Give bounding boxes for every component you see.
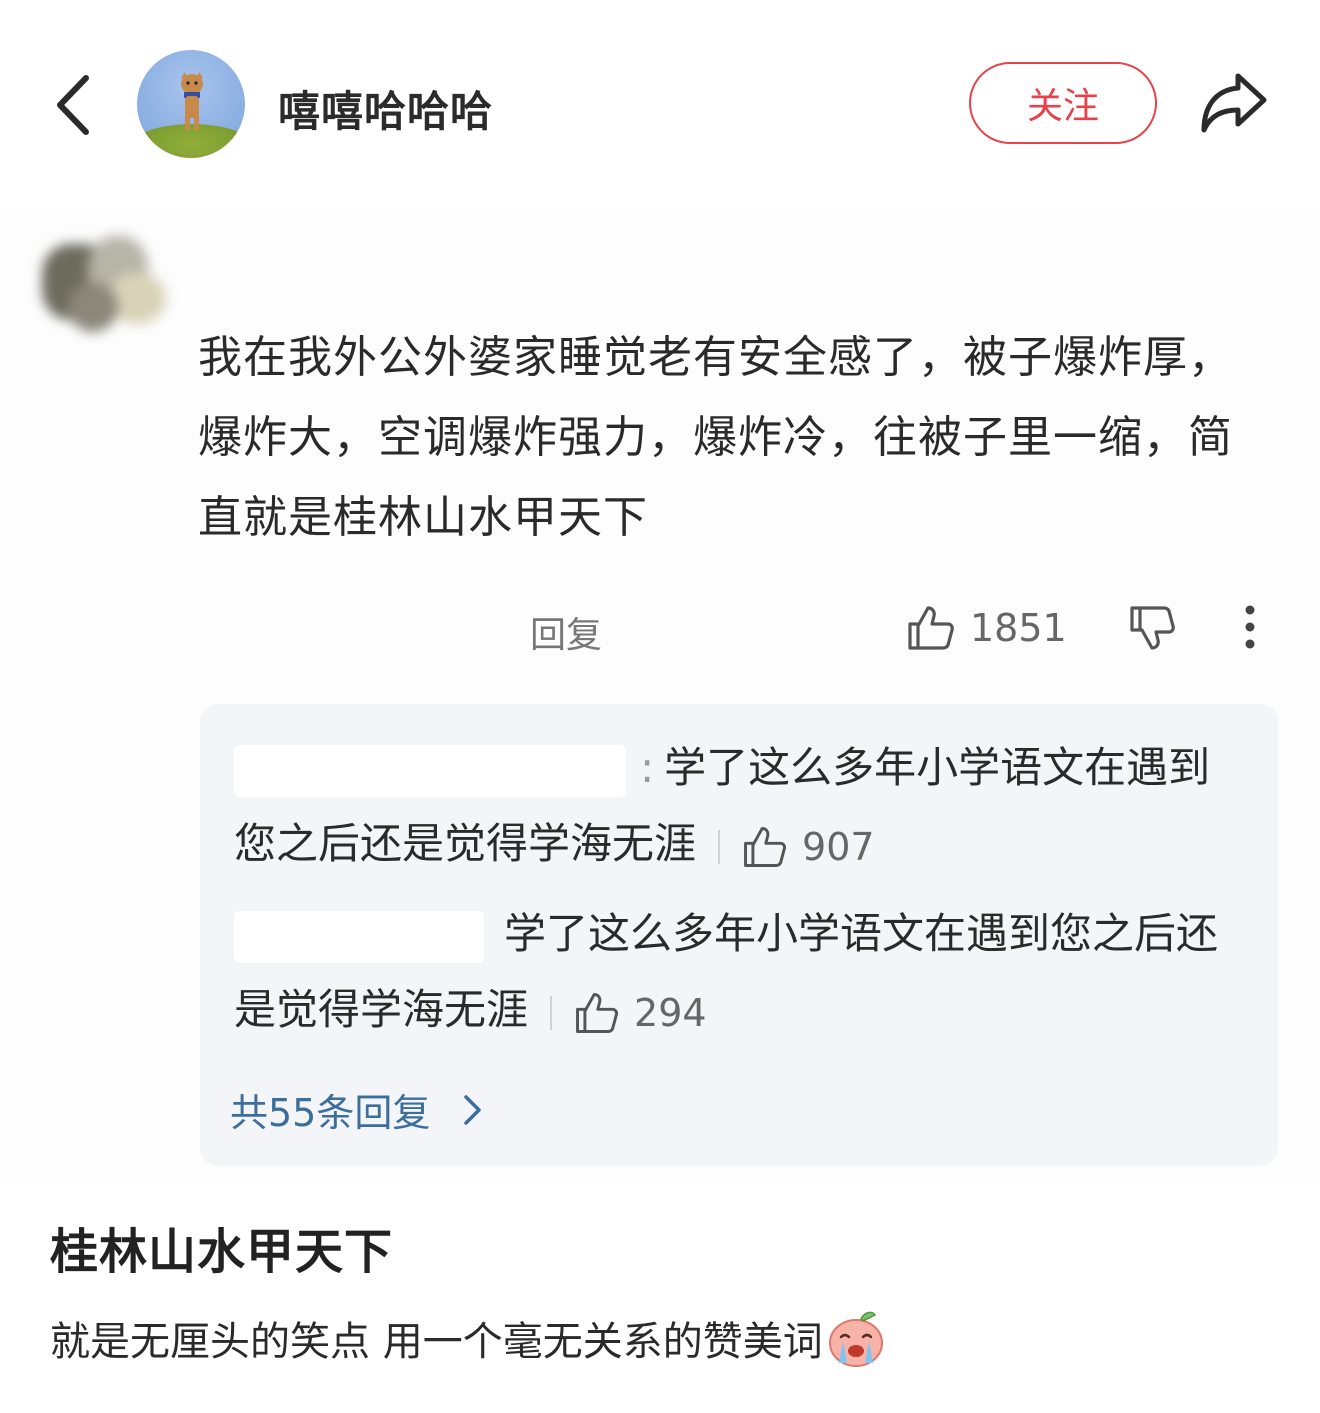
dog-figure-icon	[181, 72, 203, 130]
chevron-left-icon	[57, 75, 89, 135]
redacted-username	[234, 744, 626, 797]
all-replies-label: 共55条回复	[230, 1091, 431, 1135]
post-title: 桂林山水甲天下	[50, 1224, 394, 1280]
reply-like-count: 907	[802, 824, 875, 869]
reply-like-button[interactable]: 907	[740, 809, 875, 885]
thumbs-up-icon	[576, 992, 619, 1033]
reply-like-count: 294	[634, 990, 707, 1035]
share-button[interactable]	[1196, 66, 1272, 140]
more-options-button[interactable]	[1236, 602, 1264, 652]
crying-peach-emoji-icon	[828, 1311, 883, 1367]
reply-button[interactable]: 回复	[530, 606, 602, 658]
follow-button[interactable]: 关注	[969, 62, 1157, 144]
back-button[interactable]	[48, 70, 104, 140]
post-header: 嘻嘻哈哈哈 关注	[0, 0, 1320, 210]
reply-item: 学了这么多年小学语文在遇到您之后还是觉得学海无涯 294	[234, 896, 1244, 1051]
more-vertical-icon	[1245, 605, 1255, 649]
reply-item: : 学了这么多年小学语文在遇到您之后还是觉得学海无涯 907	[234, 730, 1244, 885]
post-body: 就是无厘头的笑点 用一个毫无关系的赞美词	[50, 1307, 887, 1369]
reply-separator: :	[640, 743, 655, 792]
thumbs-down-icon	[1130, 606, 1175, 650]
author-name[interactable]: 嘻嘻哈哈哈	[278, 78, 493, 139]
view-all-replies-link[interactable]: 共55条回复	[230, 1082, 486, 1137]
thumbs-up-icon	[908, 606, 954, 650]
comment-action-bar: 回复 1851	[0, 598, 1320, 662]
divider	[718, 829, 721, 864]
commenter-avatar-blurred	[28, 222, 168, 350]
share-arrow-icon	[1201, 73, 1267, 133]
author-avatar[interactable]	[137, 50, 245, 158]
divider	[550, 995, 553, 1030]
chevron-right-icon	[464, 1094, 482, 1125]
like-button[interactable]: 1851	[904, 598, 1067, 658]
thumbs-up-icon	[744, 826, 787, 867]
reply-like-button[interactable]: 294	[572, 975, 707, 1051]
post-image: 我在我外公外婆家睡觉老有安全感了，被子爆炸厚，爆炸大，空调爆炸强力，爆炸冷，往被…	[0, 210, 1320, 1185]
post-body-text: 就是无厘头的笑点 用一个毫无关系的赞美词	[50, 1319, 823, 1365]
comment-text: 我在我外公外婆家睡觉老有安全感了，被子爆炸厚，爆炸大，空调爆炸强力，爆炸冷，往被…	[198, 332, 1233, 543]
dislike-button[interactable]	[1124, 600, 1180, 656]
redacted-username	[234, 910, 484, 963]
replies-panel: : 学了这么多年小学语文在遇到您之后还是觉得学海无涯 907 学了这么多年小学语文在…	[200, 704, 1278, 1166]
like-count: 1851	[970, 606, 1067, 650]
